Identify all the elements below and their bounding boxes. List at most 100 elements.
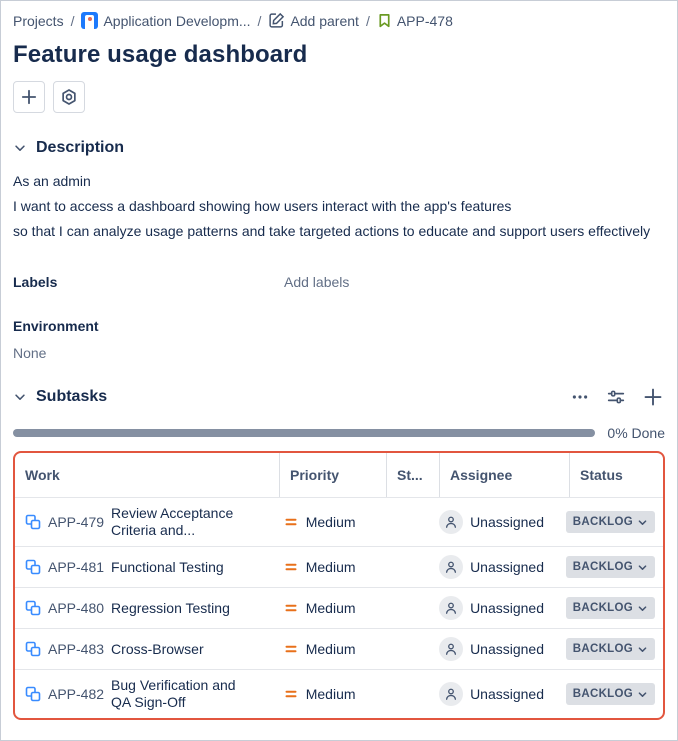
chevron-down-icon[interactable] [13, 141, 27, 155]
description-line: so that I can analyze usage patterns and… [13, 219, 665, 244]
chevron-down-icon [637, 644, 648, 655]
status-truncated-cell[interactable] [377, 588, 429, 628]
hexagon-settings-icon [60, 88, 78, 106]
priority-cell[interactable]: Medium [273, 588, 377, 628]
assignee-label: Unassigned [470, 641, 544, 657]
add-labels-button[interactable]: Add labels [284, 274, 349, 290]
status-cell: BACKLOG [556, 670, 663, 718]
status-dropdown[interactable]: BACKLOG [566, 556, 655, 578]
assignee-label: Unassigned [470, 686, 544, 702]
issue-view-panel: Projects / Application Developm... / Add… [0, 0, 678, 741]
environment-field: Environment None [13, 318, 665, 361]
issue-key[interactable]: APP-483 [48, 641, 104, 657]
issue-summary[interactable]: Review Acceptance Criteria and... [111, 505, 241, 539]
description-section-header: Description [13, 139, 665, 157]
sliders-icon [607, 388, 625, 406]
table-row[interactable]: APP-483 Cross-Browser Medium Unassigned [15, 628, 663, 669]
avatar [439, 555, 463, 579]
priority-cell[interactable]: Medium [273, 670, 377, 718]
status-label: BACKLOG [573, 516, 633, 528]
priority-medium-icon [283, 559, 299, 575]
description-line: As an admin [13, 169, 665, 194]
breadcrumb-separator: / [366, 13, 370, 29]
column-header-work[interactable]: Work [15, 453, 280, 497]
assignee-cell[interactable]: Unassigned [429, 670, 556, 718]
status-dropdown[interactable]: BACKLOG [566, 511, 655, 533]
issue-key-label: APP-478 [397, 13, 453, 29]
breadcrumb-current-issue[interactable]: APP-478 [377, 13, 453, 29]
add-button[interactable] [13, 81, 45, 113]
priority-medium-icon [283, 514, 299, 530]
status-cell: BACKLOG [556, 547, 663, 587]
status-truncated-cell[interactable] [377, 547, 429, 587]
priority-cell[interactable]: Medium [273, 498, 377, 546]
chevron-down-icon [637, 689, 648, 700]
table-row[interactable]: APP-482 Bug Verification and QA Sign-Off… [15, 669, 663, 718]
add-subtask-button[interactable] [641, 385, 665, 409]
priority-label: Medium [306, 686, 356, 702]
bookmark-icon [377, 13, 392, 28]
chevron-down-icon[interactable] [13, 390, 27, 404]
issue-summary[interactable]: Bug Verification and QA Sign-Off [111, 677, 241, 711]
subtasks-progress: 0% Done [13, 425, 665, 441]
issue-key[interactable]: APP-482 [48, 686, 104, 702]
add-parent-button[interactable]: Add parent [268, 12, 359, 29]
priority-cell[interactable]: Medium [273, 629, 377, 669]
description-body[interactable]: As an admin I want to access a dashboard… [13, 169, 665, 244]
work-cell: APP-482 Bug Verification and QA Sign-Off [15, 670, 273, 718]
breadcrumb-separator: / [258, 13, 262, 29]
assignee-cell[interactable]: Unassigned [429, 629, 556, 669]
column-header-assignee[interactable]: Assignee [440, 453, 570, 497]
environment-label: Environment [13, 318, 99, 334]
more-actions-button[interactable] [569, 386, 591, 408]
priority-cell[interactable]: Medium [273, 547, 377, 587]
avatar [439, 682, 463, 706]
issue-key[interactable]: APP-479 [48, 514, 104, 530]
work-cell: APP-481 Functional Testing [15, 547, 273, 587]
status-truncated-cell[interactable] [377, 498, 429, 546]
progress-label: 0% Done [607, 425, 665, 441]
avatar [439, 510, 463, 534]
plus-icon [20, 88, 38, 106]
issue-key[interactable]: APP-480 [48, 600, 104, 616]
status-dropdown[interactable]: BACKLOG [566, 597, 655, 619]
apps-button[interactable] [53, 81, 85, 113]
priority-medium-icon [283, 686, 299, 702]
status-label: BACKLOG [573, 602, 633, 614]
labels-label: Labels [13, 274, 284, 290]
assignee-cell[interactable]: Unassigned [429, 498, 556, 546]
subtask-icon [25, 514, 41, 530]
column-header-status[interactable]: Status [570, 453, 663, 497]
status-label: BACKLOG [573, 643, 633, 655]
chevron-down-icon [637, 603, 648, 614]
table-row[interactable]: APP-480 Regression Testing Medium Unassi… [15, 587, 663, 628]
column-header-priority[interactable]: Priority [280, 453, 387, 497]
issue-key[interactable]: APP-481 [48, 559, 104, 575]
issue-summary[interactable]: Cross-Browser [111, 641, 204, 658]
status-truncated-cell[interactable] [377, 629, 429, 669]
status-dropdown[interactable]: BACKLOG [566, 683, 655, 705]
work-cell: APP-480 Regression Testing [15, 588, 273, 628]
issue-summary[interactable]: Functional Testing [111, 559, 224, 576]
status-truncated-cell[interactable] [377, 670, 429, 718]
issue-summary[interactable]: Regression Testing [111, 600, 230, 617]
avatar [439, 596, 463, 620]
labels-field: Labels Add labels [13, 274, 665, 290]
column-header-status-truncated[interactable]: St... [387, 453, 440, 497]
assignee-cell[interactable]: Unassigned [429, 547, 556, 587]
priority-medium-icon [283, 641, 299, 657]
priority-label: Medium [306, 514, 356, 530]
breadcrumb-separator: / [71, 13, 75, 29]
customize-view-button[interactable] [605, 386, 627, 408]
status-dropdown[interactable]: BACKLOG [566, 638, 655, 660]
table-header-row: Work Priority St... Assignee Status [15, 453, 663, 497]
breadcrumb-projects[interactable]: Projects [13, 13, 64, 29]
breadcrumb-project[interactable]: Application Developm... [81, 12, 250, 29]
assignee-cell[interactable]: Unassigned [429, 588, 556, 628]
priority-label: Medium [306, 600, 356, 616]
table-row[interactable]: APP-481 Functional Testing Medium Unassi… [15, 546, 663, 587]
subtasks-table: Work Priority St... Assignee Status APP-… [13, 451, 665, 720]
avatar [439, 637, 463, 661]
page-title[interactable]: Feature usage dashboard [13, 41, 665, 69]
table-row[interactable]: APP-479 Review Acceptance Criteria and..… [15, 497, 663, 546]
